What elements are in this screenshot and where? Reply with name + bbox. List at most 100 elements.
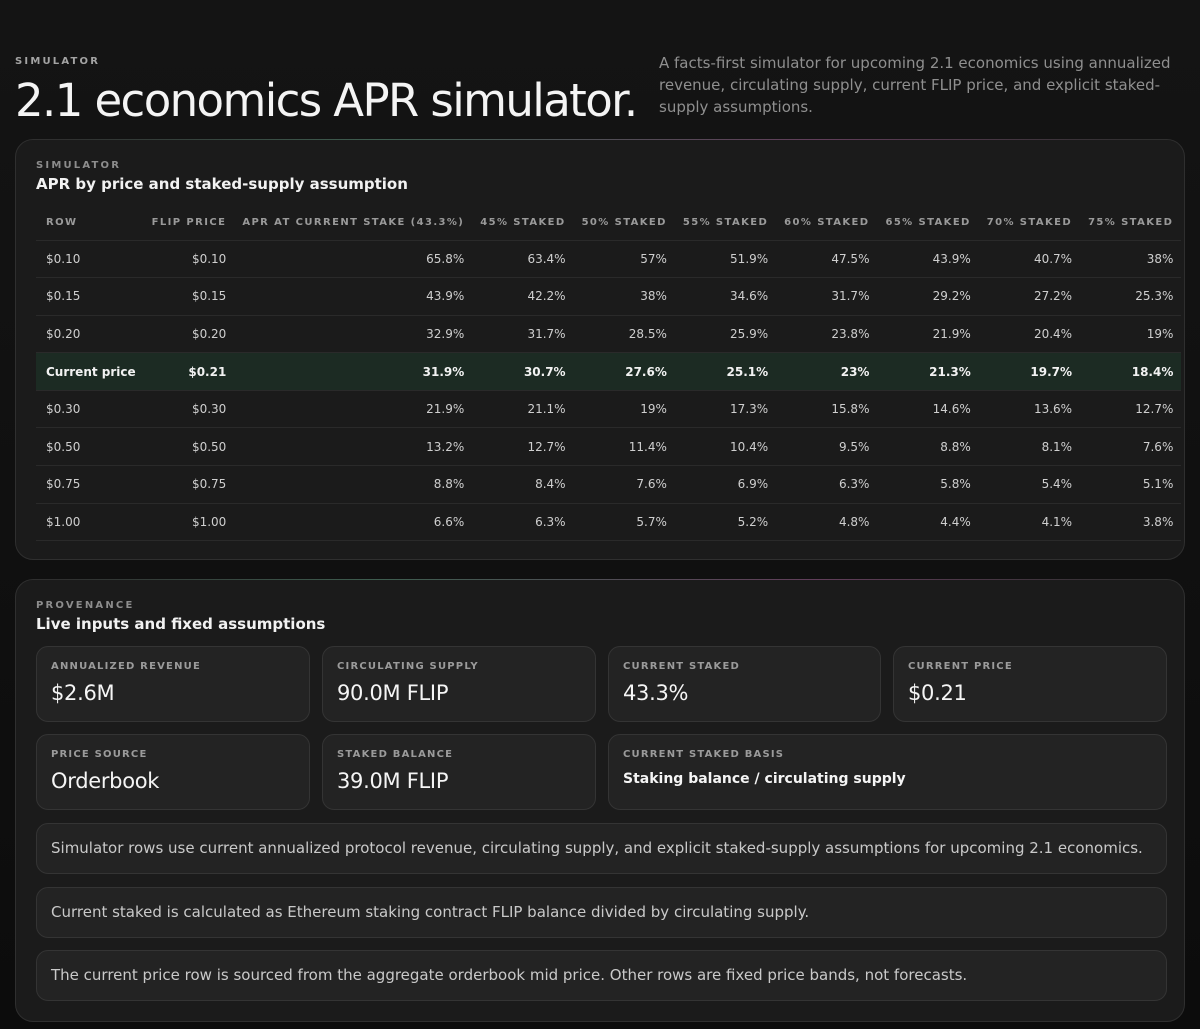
table-cell: 27.6% xyxy=(573,352,675,391)
table-cell: $0.20 xyxy=(36,315,144,354)
note-current-staked: Current staked is calculated as Ethereum… xyxy=(36,887,1167,938)
metric-label: ANNUALIZED REVENUE xyxy=(51,661,202,672)
table-cell: 14.6% xyxy=(877,390,979,429)
hero: SIMULATOR 2.1 economics APR simulator. xyxy=(15,56,655,127)
table-cell: 47.5% xyxy=(776,240,878,279)
table-cell: 25.3% xyxy=(1080,277,1182,316)
table-cell: 38% xyxy=(1080,240,1182,279)
table-cell: 7.6% xyxy=(1080,427,1182,467)
simulator-eyebrow: SIMULATOR xyxy=(36,160,122,171)
col-header-65-staked: 65% STAKED xyxy=(877,206,979,241)
table-row: $1.00 $1.00 6.6% 6.3% 5.7% 5.2% 4.8% 4.4% 4.1% 3.… xyxy=(36,503,1182,542)
table-cell: 25.9% xyxy=(674,315,777,354)
metric-value: 90.0M FLIP xyxy=(337,681,449,705)
table-cell: 5.2% xyxy=(674,503,777,542)
metric-price-source: PRICE SOURCE Orderbook xyxy=(36,734,310,810)
col-header-row: ROW xyxy=(36,206,144,241)
table-row: $0.50 $0.50 13.2% 12.7% 11.4% 10.4% 9.5% 8.8% 8.… xyxy=(36,427,1182,467)
table-cell: 19.7% xyxy=(978,352,1081,391)
table-cell: 43.9% xyxy=(877,240,979,279)
provenance-eyebrow: PROVENANCE xyxy=(36,600,135,611)
col-header-50-staked: 50% STAKED xyxy=(573,206,675,241)
table-cell: 8.1% xyxy=(978,427,1081,467)
table-cell: 10.4% xyxy=(674,427,777,467)
metric-current-price: CURRENT PRICE $0.21 xyxy=(893,646,1167,722)
table-cell: 5.8% xyxy=(877,465,979,504)
table-cell: 63.4% xyxy=(472,240,574,279)
metric-label: CURRENT STAKED xyxy=(623,661,741,672)
table-cell: 32.9% xyxy=(234,315,473,354)
table-cell: 28.5% xyxy=(573,315,675,354)
table-cell: 31.7% xyxy=(472,315,574,354)
table-cell: $0.75 xyxy=(143,465,235,504)
table-cell: $0.50 xyxy=(143,427,235,467)
metric-value: $2.6M xyxy=(51,681,115,705)
table-cell: 4.4% xyxy=(877,503,979,542)
apr-table: ROW FLIP PRICE APR AT CURRENT STAKE (43.… xyxy=(36,206,1182,542)
metric-staked-balance: STAKED BALANCE 39.0M FLIP xyxy=(322,734,596,810)
table-cell: 8.8% xyxy=(234,465,473,504)
table-cell: 8.8% xyxy=(877,427,979,467)
metric-label: STAKED BALANCE xyxy=(337,749,454,760)
table-cell: 18.4% xyxy=(1080,352,1182,391)
table-cell: 43.9% xyxy=(234,277,473,316)
table-cell: 4.1% xyxy=(978,503,1081,542)
metric-value: 43.3% xyxy=(623,681,689,705)
table-cell: 19% xyxy=(573,390,675,429)
table-row: $0.20 $0.20 32.9% 31.7% 28.5% 25.9% 23.8% 21.9%… xyxy=(36,315,1182,354)
apr-table-body: $0.10 $0.10 65.8% 63.4% 57% 51.9% 47.5% 43.9% 40… xyxy=(36,240,1182,542)
metric-value: Orderbook xyxy=(51,769,160,793)
table-cell: 21.1% xyxy=(472,390,574,429)
table-cell: $0.10 xyxy=(36,240,144,279)
table-cell: Current price xyxy=(36,352,144,391)
table-cell: $0.21 xyxy=(143,352,235,391)
table-cell: 19% xyxy=(1080,315,1182,354)
col-header-apr-current-stake: APR AT CURRENT STAKE (43.3%) xyxy=(234,206,473,241)
table-cell: $0.75 xyxy=(36,465,144,504)
metric-current-staked: CURRENT STAKED 43.3% xyxy=(608,646,881,722)
table-cell: 13.6% xyxy=(978,390,1081,429)
note-simulator-rows: Simulator rows use current annualized pr… xyxy=(36,823,1167,874)
table-cell: 12.7% xyxy=(1080,390,1182,429)
table-cell: $1.00 xyxy=(36,503,144,542)
table-row: $0.10 $0.10 65.8% 63.4% 57% 51.9% 47.5% 43.9% 40… xyxy=(36,240,1182,279)
table-cell: 20.4% xyxy=(978,315,1081,354)
table-cell: 29.2% xyxy=(877,277,979,316)
table-cell: 6.9% xyxy=(674,465,777,504)
table-cell: $0.20 xyxy=(143,315,235,354)
table-cell: 7.6% xyxy=(573,465,675,504)
metric-label: PRICE SOURCE xyxy=(51,749,148,760)
table-cell: 11.4% xyxy=(573,427,675,467)
table-row: $0.75 $0.75 8.8% 8.4% 7.6% 6.9% 6.3% 5.8% 5.4% 5.… xyxy=(36,465,1182,504)
table-cell: 5.4% xyxy=(978,465,1081,504)
table-cell: 5.1% xyxy=(1080,465,1182,504)
table-row: $0.30 $0.30 21.9% 21.1% 19% 17.3% 15.8% 14.6% 13… xyxy=(36,390,1182,429)
table-cell: 23.8% xyxy=(776,315,878,354)
table-cell: 4.8% xyxy=(776,503,878,542)
table-cell: 31.9% xyxy=(234,352,473,391)
table-cell: 65.8% xyxy=(234,240,473,279)
table-cell: $0.50 xyxy=(36,427,144,467)
col-header-70-staked: 70% STAKED xyxy=(978,206,1081,241)
metric-label: CURRENT PRICE xyxy=(908,661,1013,672)
table-cell: 42.2% xyxy=(472,277,574,316)
hero-description: A facts-first simulator for upcoming 2.1… xyxy=(659,54,1171,116)
col-header-flip-price: FLIP PRICE xyxy=(143,206,235,241)
hero-eyebrow: SIMULATOR xyxy=(15,56,101,67)
metric-value: Staking balance / circulating supply xyxy=(623,771,906,787)
table-row-current-price: Current price $0.21 31.9% 30.7% 27.6% 25.1% 23… xyxy=(36,352,1182,391)
table-cell: 38% xyxy=(573,277,675,316)
table-cell: $0.15 xyxy=(36,277,144,316)
table-cell: 57% xyxy=(573,240,675,279)
table-cell: 17.3% xyxy=(674,390,777,429)
table-cell: 6.6% xyxy=(234,503,473,542)
table-cell: 21.9% xyxy=(234,390,473,429)
apr-table-header: ROW FLIP PRICE APR AT CURRENT STAKE (43.… xyxy=(36,206,1182,241)
table-cell: 34.6% xyxy=(674,277,777,316)
col-header-60-staked: 60% STAKED xyxy=(776,206,878,241)
metric-label: CURRENT STAKED BASIS xyxy=(623,749,785,760)
table-cell: $0.30 xyxy=(36,390,144,429)
table-cell: $1.00 xyxy=(143,503,235,542)
table-cell: 30.7% xyxy=(472,352,574,391)
note-current-price-row: The current price row is sourced from th… xyxy=(36,950,1167,1001)
